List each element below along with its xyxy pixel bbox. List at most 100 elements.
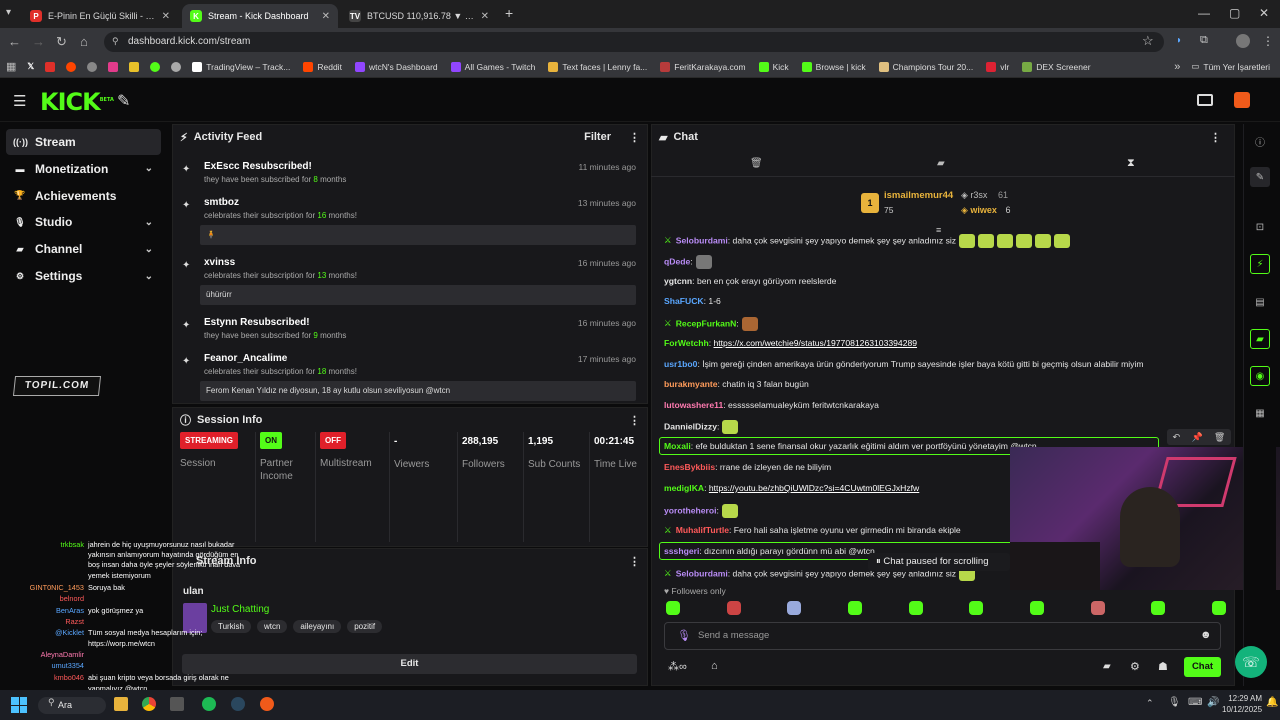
back-icon[interactable]: ← bbox=[8, 34, 21, 49]
chat-settings-icon[interactable]: ⚙ bbox=[1130, 660, 1140, 673]
chevron-down-icon[interactable]: ⌄ bbox=[145, 163, 153, 174]
chat-message[interactable]: usr1bo0: İşim gereği çinden amerikaya ür… bbox=[664, 359, 1144, 369]
quick-emote-icon[interactable] bbox=[908, 601, 923, 615]
reload-icon[interactable]: ↻ bbox=[56, 34, 67, 50]
volume-icon[interactable]: 🔊 bbox=[1207, 697, 1219, 708]
sidebar-item-studio[interactable]: 🎙 Studio ⌄ bbox=[6, 209, 161, 235]
browser-menu-icon[interactable]: ⋮ bbox=[1262, 34, 1274, 48]
chat-message[interactable]: ForWetchh: https://x.com/wetchie9/status… bbox=[664, 338, 917, 348]
network-icon[interactable]: ⌨ bbox=[1188, 697, 1202, 708]
chat-message[interactable]: mediglKA: https://youtu.be/zhbQiUWlDzc?s… bbox=[664, 483, 919, 493]
sidebar-item-settings[interactable]: ⚙ Settings ⌄ bbox=[6, 263, 161, 289]
bookmark-item[interactable]: wtcN's Dashboard bbox=[354, 61, 438, 72]
hamburger-menu-icon[interactable]: ☰ bbox=[13, 92, 26, 110]
help-chat-bubble[interactable]: ☏ bbox=[1235, 646, 1267, 678]
notification-icon[interactable]: 🔔 bbox=[1266, 697, 1278, 708]
activity-name[interactable]: smtboz bbox=[204, 197, 239, 208]
chrome-taskbar-icon[interactable] bbox=[142, 697, 156, 711]
emoji-picker-icon[interactable]: ☻ bbox=[1200, 629, 1212, 641]
y-bookmark-icon[interactable] bbox=[108, 61, 119, 72]
lightning-rail-icon[interactable]: ⚡︎ bbox=[1250, 254, 1270, 274]
activity-name[interactable]: ExEscc Resubscribed! bbox=[204, 161, 312, 172]
chat-username[interactable]: qDede bbox=[664, 256, 690, 266]
trash-icon[interactable]: 🗑 bbox=[750, 158, 763, 169]
chat-username[interactable]: Seloburdami bbox=[676, 235, 728, 245]
sidebar-item-stream[interactable]: ((·)) Stream bbox=[6, 129, 161, 155]
microphone-icon[interactable]: 🎙 bbox=[677, 629, 691, 642]
new-tab-button[interactable]: + bbox=[505, 5, 513, 21]
mic-tray-icon[interactable]: 🎙 bbox=[1168, 697, 1181, 708]
apps-grid-icon[interactable]: ▦ bbox=[6, 60, 16, 73]
chevron-down-icon[interactable]: ⌄ bbox=[145, 217, 153, 228]
chat-message[interactable]: yorotheheroi: bbox=[664, 504, 738, 518]
obs-icon[interactable] bbox=[260, 697, 274, 711]
chat-username[interactable]: Seloburdami bbox=[676, 568, 728, 578]
all-bookmarks-folder[interactable]: ▭ Tüm Yer İşaretleri bbox=[1191, 61, 1270, 72]
app-taskbar-icon[interactable] bbox=[170, 697, 184, 711]
bookmark-item[interactable]: FeritKarakaya.com bbox=[660, 61, 746, 72]
chat-username[interactable]: ForWetchh bbox=[664, 338, 709, 348]
chat-username[interactable]: EnesBykbiis bbox=[664, 462, 715, 472]
chat-message[interactable]: ⚔ Seloburdami: daha çok sevgisini şey yap… bbox=[664, 234, 1071, 248]
tray-chevron-icon[interactable]: ⌃ bbox=[1146, 698, 1154, 709]
stream-tag[interactable]: pozitif bbox=[347, 620, 383, 633]
clock-date[interactable]: 10/12/2025 bbox=[1222, 705, 1262, 714]
bookmark-item[interactable]: DEX Screener bbox=[1022, 61, 1091, 72]
quick-emote-icon[interactable] bbox=[1029, 601, 1044, 615]
maximize-icon[interactable]: ▢ bbox=[1229, 6, 1240, 20]
leaderboard-first-name[interactable]: ismailmemur44 bbox=[884, 190, 953, 201]
chat-mode-icon[interactable]: ▰ bbox=[937, 158, 945, 169]
chat-link[interactable]: https://x.com/wetchie9/status/1977081263… bbox=[714, 338, 918, 348]
bookmark-item[interactable]: Reddit bbox=[303, 61, 342, 72]
yellow-bookmark-icon[interactable] bbox=[129, 61, 140, 72]
user-avatar[interactable] bbox=[1234, 92, 1250, 108]
url-input[interactable]: dashboard.kick.com/stream bbox=[104, 32, 1164, 52]
quick-emote-icon[interactable] bbox=[847, 601, 862, 615]
quick-emote-icon[interactable] bbox=[1211, 601, 1226, 615]
chat-message[interactable]: Moxali: efe bulduktan 1 sene finansal ok… bbox=[664, 441, 1037, 451]
quick-emote-icon[interactable] bbox=[1090, 601, 1105, 615]
extension-icon[interactable]: ◗ bbox=[1176, 35, 1182, 46]
bookmark-item[interactable]: Kick bbox=[758, 61, 789, 72]
minimize-icon[interactable]: — bbox=[1198, 6, 1210, 20]
pin-icon[interactable]: 📌 bbox=[1191, 429, 1202, 445]
bookmark-item[interactable]: Text faces | Lenny fa... bbox=[548, 61, 647, 72]
green-bookmark-icon[interactable] bbox=[150, 61, 161, 72]
activity-menu-icon[interactable]: ⋮ bbox=[629, 131, 640, 144]
chat-username[interactable]: ygtcnn bbox=[664, 276, 692, 286]
file-explorer-icon[interactable] bbox=[114, 697, 128, 711]
sidebar-item-monetization[interactable]: ▬ Monetization ⌄ bbox=[6, 156, 161, 182]
chat-username[interactable]: yorotheheroi bbox=[664, 505, 717, 515]
stream-tag[interactable]: wtcn bbox=[256, 620, 288, 633]
bookmark-item[interactable]: Browse | kick bbox=[801, 61, 866, 72]
chat-message[interactable]: EnesBykbiis: rrane de izleyen de ne bili… bbox=[664, 462, 831, 472]
chat-icon[interactable]: ▰ bbox=[1103, 661, 1111, 672]
spotify-icon[interactable] bbox=[202, 697, 216, 711]
capture-rail-icon[interactable]: ⊡ bbox=[1250, 217, 1270, 237]
more-bookmarks-icon[interactable]: » bbox=[1174, 61, 1180, 73]
chat-username[interactable]: ShaFUCK bbox=[664, 296, 704, 306]
stream-tag[interactable]: Turkish bbox=[211, 620, 251, 633]
layers-rail-icon[interactable]: ▦ bbox=[1250, 403, 1270, 423]
chat-message[interactable]: DannielDizzy: bbox=[664, 420, 739, 434]
home-icon[interactable]: ⌂ bbox=[80, 34, 88, 49]
chat-message[interactable]: burakmyante: chatin iq 3 falan bugün bbox=[664, 379, 809, 389]
chat-username[interactable]: usr1bo0 bbox=[664, 359, 697, 369]
chat-username[interactable]: MuhalifTurtle bbox=[676, 525, 729, 535]
x-bookmark-icon[interactable]: 𝕏 bbox=[27, 61, 34, 72]
tab-search-icon[interactable]: ▾ bbox=[6, 7, 11, 18]
quick-emote-icon[interactable] bbox=[787, 601, 802, 615]
info-rail-icon[interactable]: ⓘ bbox=[1250, 131, 1270, 151]
tab-1[interactable]: K Stream - Kick Dashboard ✕ bbox=[182, 4, 338, 28]
broadcast-rail-icon[interactable]: ◉ bbox=[1250, 366, 1270, 386]
chat-username[interactable]: mediglKA bbox=[664, 483, 704, 493]
chat-message[interactable]: ⚔ RecepFurkanN: bbox=[664, 317, 758, 331]
site-info-icon[interactable]: ⚲ bbox=[112, 36, 119, 47]
chat-username[interactable]: lutowashere11 bbox=[664, 400, 723, 410]
chat-message[interactable]: ygtcnn: ben en çok erayı görüyom reelsle… bbox=[664, 276, 836, 286]
chat-message[interactable]: ⚔ MuhalifTurtle: Fero hali saha işletme o… bbox=[664, 525, 961, 536]
chat-message[interactable]: qDede: bbox=[664, 255, 712, 269]
bookmark-item[interactable]: vlr bbox=[986, 61, 1009, 72]
edit-rail-icon[interactable]: ✎ bbox=[1250, 167, 1270, 187]
edit-stream-button[interactable]: Edit bbox=[182, 654, 637, 674]
